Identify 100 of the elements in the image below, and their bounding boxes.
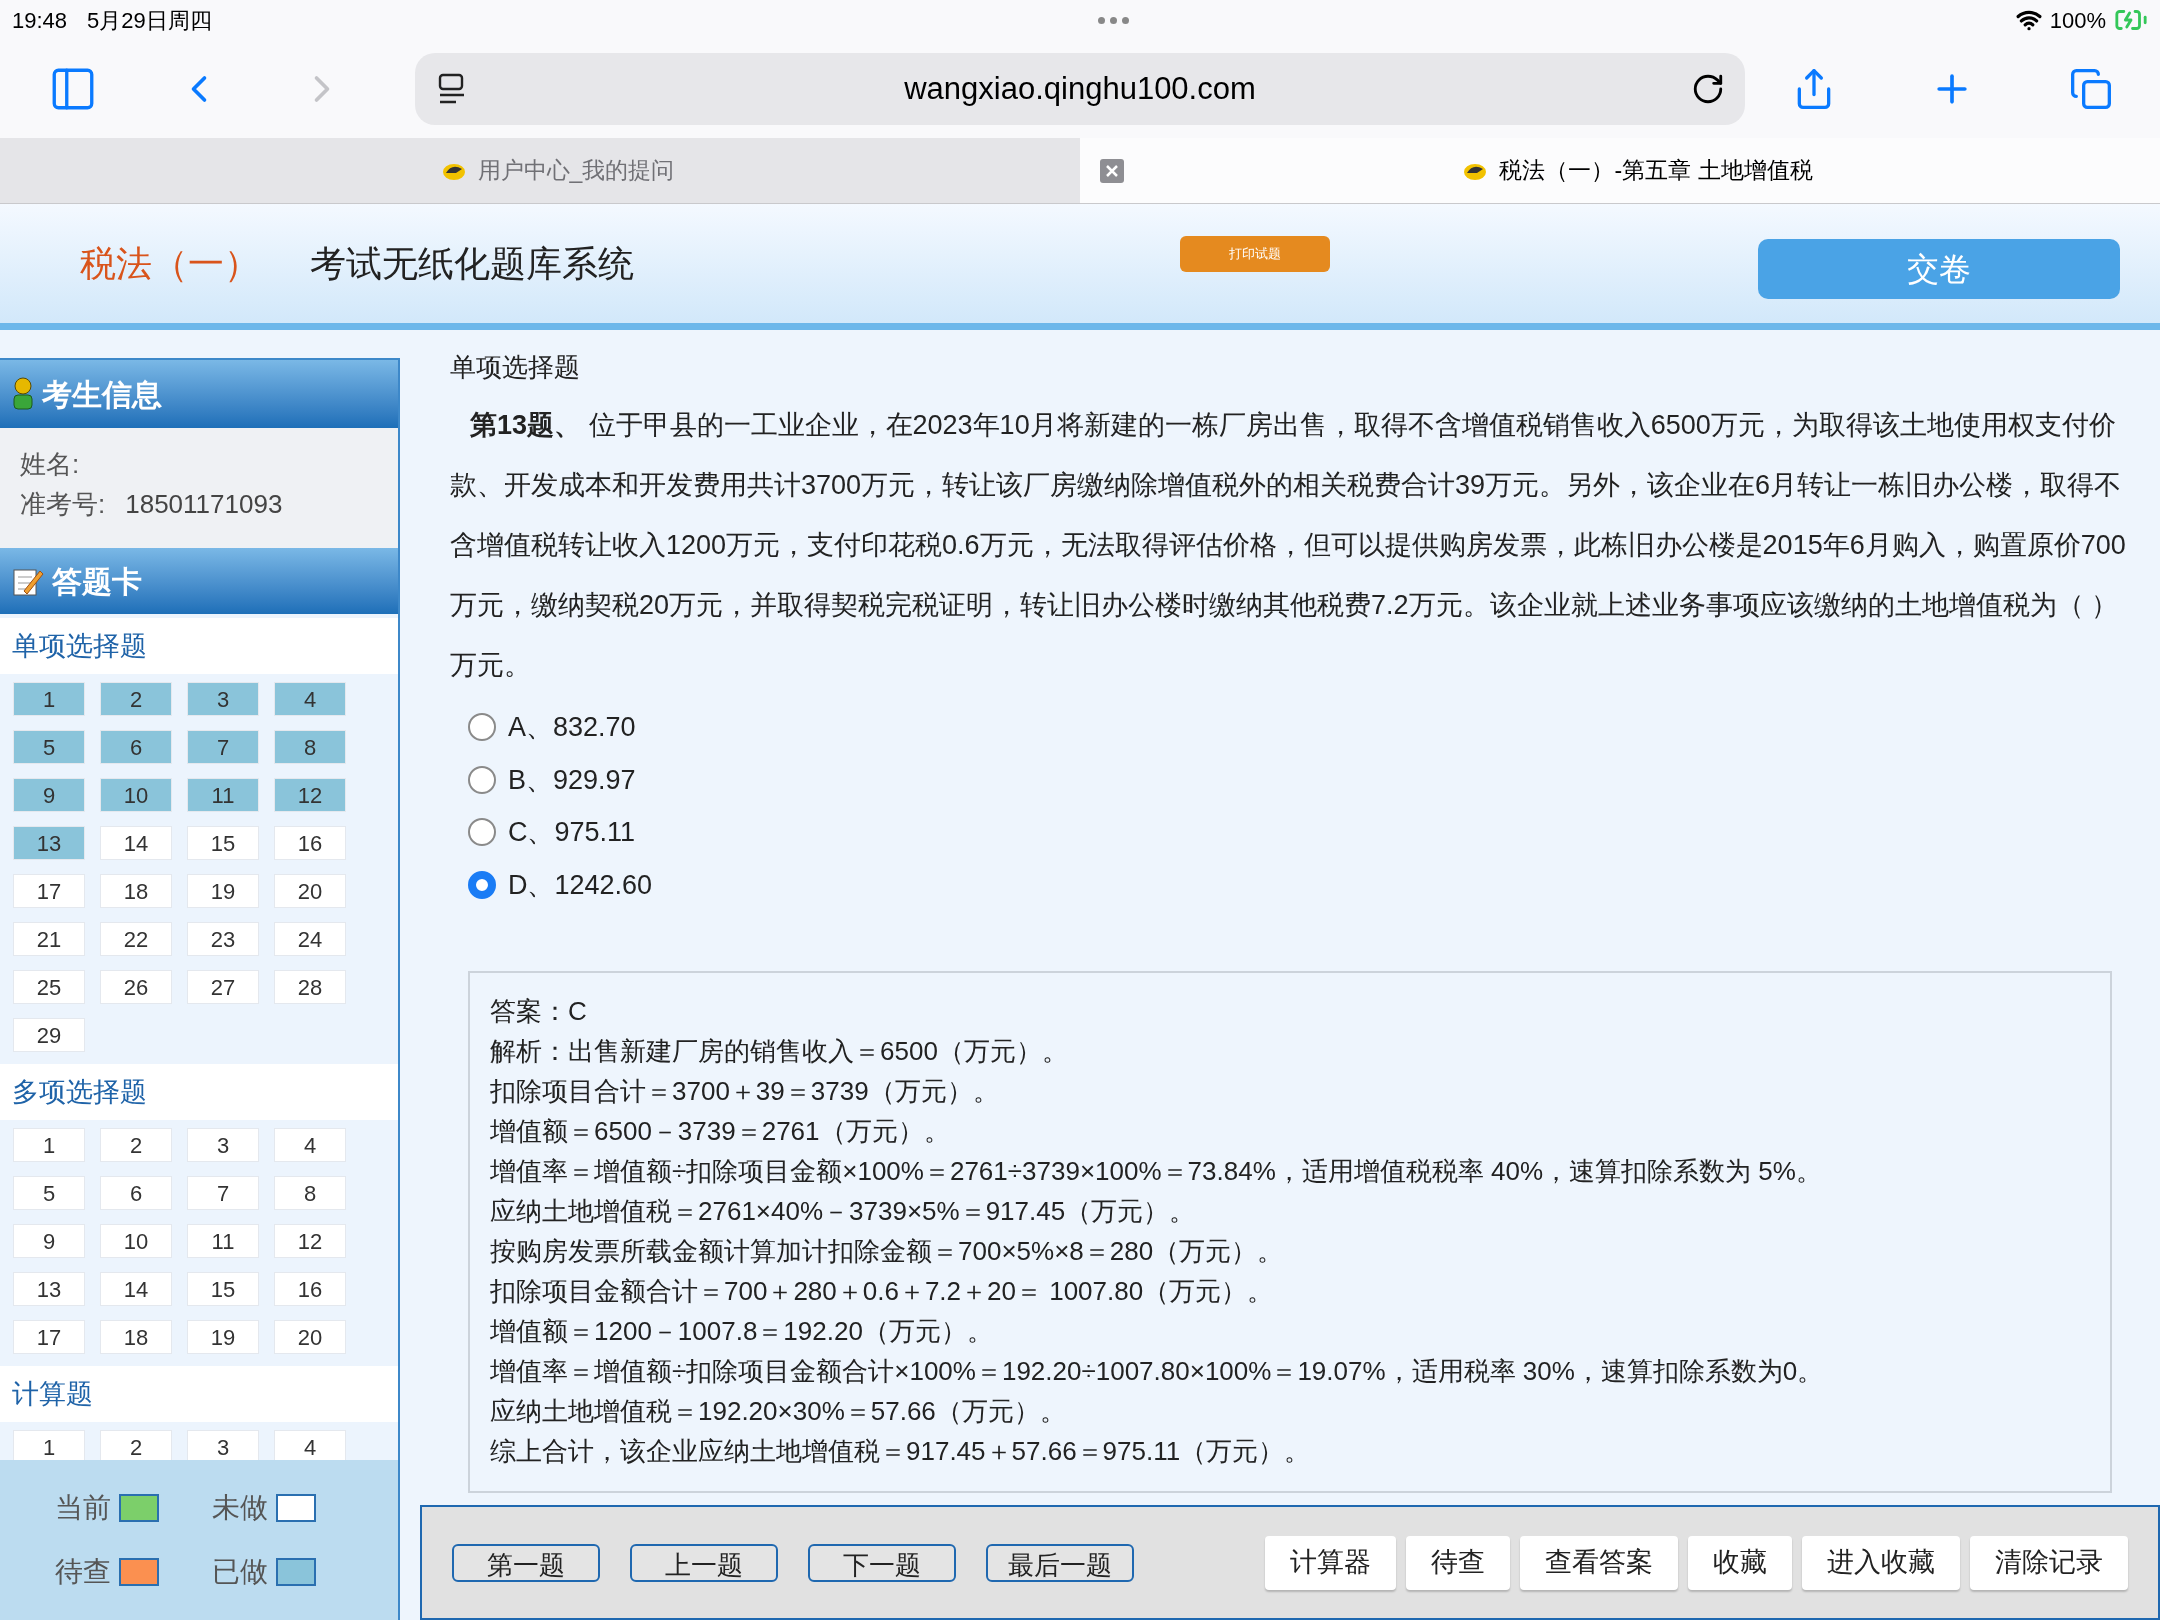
question-number[interactable]: 11 bbox=[187, 1224, 259, 1258]
nav-button[interactable]: 下一题 bbox=[808, 1543, 956, 1582]
legend-label: 未做 bbox=[211, 1491, 268, 1525]
question-number[interactable]: 24 bbox=[274, 922, 346, 956]
question-number[interactable]: 19 bbox=[187, 1320, 259, 1354]
section-title: 答题卡 bbox=[52, 563, 142, 600]
question-number[interactable]: 3 bbox=[187, 1430, 259, 1460]
section-title: 考生信息 bbox=[42, 376, 162, 413]
question-number[interactable]: 4 bbox=[274, 682, 346, 716]
legend-label: 已做 bbox=[211, 1555, 268, 1589]
question-number[interactable]: 1 bbox=[13, 1430, 85, 1460]
question-number[interactable]: 2 bbox=[100, 1430, 172, 1460]
more-dots-icon[interactable] bbox=[1098, 16, 1130, 24]
explanation-line: 答案：C bbox=[490, 995, 588, 1028]
question-number[interactable]: 22 bbox=[100, 922, 172, 956]
question-number[interactable]: 17 bbox=[13, 1320, 85, 1354]
option-label: A、832.70 bbox=[508, 711, 636, 744]
question-number[interactable]: 13 bbox=[13, 1272, 85, 1306]
question-type-heading: 单项选择题 bbox=[12, 629, 147, 663]
question-number[interactable]: 14 bbox=[100, 826, 172, 860]
close-tab-icon[interactable] bbox=[1100, 158, 1124, 183]
tool-button[interactable]: 清除记录 bbox=[1970, 1535, 2128, 1590]
question-number[interactable]: 7 bbox=[187, 1176, 259, 1210]
question-number[interactable]: 4 bbox=[274, 1128, 346, 1162]
explanation-line: 增值额＝6500－3739＝2761（万元）。 bbox=[490, 1115, 951, 1148]
question-type-title: 单项选择题 bbox=[450, 351, 581, 384]
question-number[interactable]: 2 bbox=[100, 682, 172, 716]
address-bar[interactable]: wangxiao.qinghu100.com bbox=[415, 53, 1745, 125]
question-number[interactable]: 18 bbox=[100, 874, 172, 908]
question-number[interactable]: 5 bbox=[13, 1176, 85, 1210]
explanation-line: 增值率＝增值额÷扣除项目金额合计×100%＝192.20÷1007.80×100%＝19.07%，适用税率 30%，速算扣除系数为0。 bbox=[490, 1355, 1825, 1388]
status-time: 19:48 bbox=[12, 6, 68, 35]
question-number[interactable]: 14 bbox=[100, 1272, 172, 1306]
question-number[interactable]: 1 bbox=[13, 1128, 85, 1162]
legend-label: 待查 bbox=[55, 1555, 111, 1589]
question-number[interactable]: 15 bbox=[187, 1272, 259, 1306]
question-number[interactable]: 4 bbox=[274, 1430, 346, 1460]
tool-button[interactable]: 收藏 bbox=[1688, 1535, 1792, 1590]
question-number[interactable]: 16 bbox=[274, 1272, 346, 1306]
question-number[interactable]: 12 bbox=[274, 778, 346, 812]
explanation-line: 扣除项目合计＝3700＋39＝3739（万元）。 bbox=[490, 1075, 1000, 1108]
question-number[interactable]: 16 bbox=[274, 826, 346, 860]
option-label: B、929.97 bbox=[508, 763, 636, 797]
radio-button[interactable] bbox=[468, 818, 496, 847]
browser-tab[interactable]: 用户中心_我的提问 bbox=[0, 138, 1080, 203]
question-number[interactable]: 8 bbox=[274, 1176, 346, 1210]
question-number[interactable]: 3 bbox=[187, 682, 259, 716]
question-number[interactable]: 9 bbox=[13, 778, 85, 812]
question-number[interactable]: 9 bbox=[13, 1224, 85, 1258]
tool-button[interactable]: 进入收藏 bbox=[1802, 1535, 1960, 1590]
question-number[interactable]: 23 bbox=[187, 922, 259, 956]
option-label: D、1242.60 bbox=[508, 868, 653, 902]
question-number[interactable]: 25 bbox=[13, 970, 85, 1004]
nav-button[interactable]: 上一题 bbox=[630, 1543, 778, 1582]
radio-button[interactable] bbox=[468, 765, 496, 794]
question-number[interactable]: 17 bbox=[13, 874, 85, 908]
question-number[interactable]: 2 bbox=[100, 1128, 172, 1162]
explanation-line: 应纳土地增值税＝192.20×30%＝57.66（万元）。 bbox=[490, 1395, 1067, 1428]
question-number[interactable]: 29 bbox=[13, 1018, 85, 1052]
option-label: C、975.11 bbox=[508, 816, 636, 849]
question-number[interactable]: 13 bbox=[13, 826, 85, 860]
question-number[interactable]: 15 bbox=[187, 826, 259, 860]
question-number[interactable]: 8 bbox=[274, 730, 346, 764]
question-number[interactable]: 3 bbox=[187, 1128, 259, 1162]
radio-button[interactable] bbox=[468, 713, 496, 742]
explanation-line: 应纳土地增值税＝2761×40%－3739×5%＝917.45（万元）。 bbox=[490, 1195, 1197, 1228]
battery-percent: 100% bbox=[2049, 6, 2106, 35]
radio-button[interactable] bbox=[468, 870, 496, 899]
reload-icon[interactable] bbox=[1691, 72, 1725, 106]
question-number[interactable]: 6 bbox=[100, 730, 172, 764]
explanation-line: 扣除项目金额合计＝700＋280＋0.6＋7.2＋20＝ 1007.80（万元）。 bbox=[490, 1275, 1275, 1308]
question-number[interactable]: 28 bbox=[274, 970, 346, 1004]
question-number[interactable]: 7 bbox=[187, 730, 259, 764]
question-number[interactable]: 19 bbox=[187, 874, 259, 908]
question-number[interactable]: 6 bbox=[100, 1176, 172, 1210]
question-number[interactable]: 21 bbox=[13, 922, 85, 956]
tool-button[interactable]: 计算器 bbox=[1265, 1535, 1396, 1590]
name-label: 姓名: bbox=[20, 448, 81, 481]
question-number[interactable]: 20 bbox=[274, 874, 346, 908]
question-number[interactable]: 18 bbox=[100, 1320, 172, 1354]
question-type-heading: 计算题 bbox=[12, 1377, 93, 1411]
person-icon bbox=[12, 377, 34, 411]
tab-title: 用户中心_我的提问 bbox=[477, 156, 675, 186]
question-number[interactable]: 5 bbox=[13, 730, 85, 764]
nav-button[interactable]: 最后一题 bbox=[986, 1543, 1134, 1582]
tool-button[interactable]: 查看答案 bbox=[1520, 1535, 1678, 1590]
tabs-overview-icon[interactable] bbox=[2068, 67, 2113, 111]
tab-title: 税法（一）-第五章 土地增值税 bbox=[1499, 156, 1813, 186]
subject-title: 税法（一） bbox=[80, 241, 260, 286]
question-number[interactable]: 11 bbox=[187, 778, 259, 812]
tool-button[interactable]: 待查 bbox=[1406, 1535, 1510, 1590]
question-number[interactable]: 1 bbox=[13, 682, 85, 716]
question-number[interactable]: 10 bbox=[100, 778, 172, 812]
nav-button[interactable]: 第一题 bbox=[452, 1543, 600, 1582]
question-number[interactable]: 12 bbox=[274, 1224, 346, 1258]
question-number[interactable]: 27 bbox=[187, 970, 259, 1004]
url-text: wangxiao.qinghu100.com bbox=[903, 69, 1257, 108]
question-number[interactable]: 10 bbox=[100, 1224, 172, 1258]
question-number[interactable]: 26 bbox=[100, 970, 172, 1004]
question-number[interactable]: 20 bbox=[274, 1320, 346, 1354]
